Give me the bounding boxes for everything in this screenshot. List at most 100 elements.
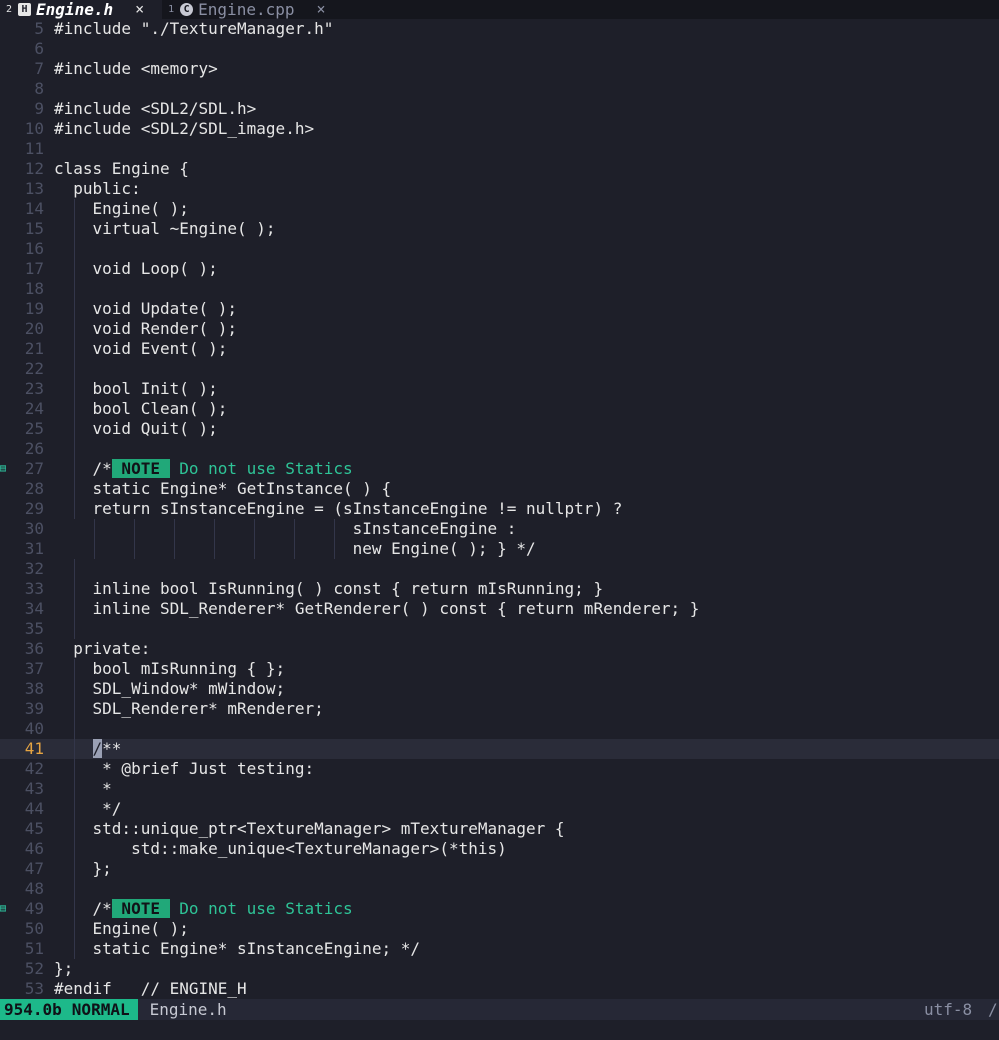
code-line[interactable]: 19 void Update( ); [0, 299, 999, 319]
indent-guide [294, 519, 295, 539]
code-line[interactable]: 21 void Event( ); [0, 339, 999, 359]
code-line[interactable]: 12 class Engine { [0, 159, 999, 179]
code-line[interactable]: 45 std::unique_ptr<TextureManager> mText… [0, 819, 999, 839]
code-line[interactable]: 11 [0, 139, 999, 159]
line-number: 47 [24, 859, 44, 878]
line-number: 50 [24, 919, 44, 938]
code-line[interactable]: 18 [0, 279, 999, 299]
command-line[interactable] [0, 1020, 999, 1040]
code-line[interactable]: ▤ 49 /* NOTE Do not use Statics [0, 899, 999, 919]
code-line[interactable]: 8 [0, 79, 999, 99]
code-line[interactable]: 48 [0, 879, 999, 899]
indent-guide [74, 419, 75, 439]
code-line[interactable]: 52}; [0, 959, 999, 979]
code-line[interactable]: 9 #include <SDL2/SDL.h> [0, 99, 999, 119]
code-line[interactable]: 28 static Engine* GetInstance( ) { [0, 479, 999, 499]
code-line[interactable]: 47 }; [0, 859, 999, 879]
code-text: }; [54, 959, 74, 978]
code-line[interactable]: 13 public: [0, 179, 999, 199]
line-number: 49 [24, 899, 44, 918]
indent-guide [74, 939, 75, 959]
code-line[interactable]: 6 [0, 39, 999, 59]
code-text: bool Init( ); [54, 379, 218, 398]
code-line[interactable]: 24 bool Clean( ); [0, 399, 999, 419]
code-line[interactable]: 38 SDL_Window* mWindow; [0, 679, 999, 699]
code-text: /* NOTE Do not use Statics [54, 899, 353, 918]
indent-guide [254, 519, 255, 539]
status-filename: Engine.h [149, 1000, 227, 1019]
indent-guide [74, 859, 75, 879]
line-number: 14 [24, 199, 44, 218]
line-number: 16 [24, 239, 44, 258]
mode-indicator: NORMAL [65, 999, 138, 1020]
code-line[interactable]: 15 virtual ~Engine( ); [0, 219, 999, 239]
line-number: 28 [24, 479, 44, 498]
line-number: 27 [24, 459, 44, 478]
code-line[interactable]: 53 #endif // ENGINE_H [0, 979, 999, 999]
code-line[interactable]: 29 return sInstanceEngine = (sInstanceEn… [0, 499, 999, 519]
note-badge: NOTE [111, 459, 170, 478]
tab-engine-cpp[interactable]: 1 C Engine.cpp × [162, 0, 343, 19]
code-text: #include <SDL2/SDL.h> [54, 99, 257, 118]
code-line[interactable]: 32 [0, 559, 999, 579]
line-number: 10 [24, 119, 44, 138]
code-line[interactable]: 23 bool Init( ); [0, 379, 999, 399]
code-line[interactable]: 40 [0, 719, 999, 739]
code-line[interactable]: 34 inline SDL_Renderer* GetRenderer( ) c… [0, 599, 999, 619]
tab-engine-h[interactable]: 2 H Engine.h × [0, 0, 163, 19]
line-number: 46 [24, 839, 44, 858]
code-line[interactable]: 44 */ [0, 799, 999, 819]
code-line[interactable]: 51 static Engine* sInstanceEngine; */ [0, 939, 999, 959]
indent-guide [74, 819, 75, 839]
line-number: 11 [24, 139, 44, 158]
line-number: 17 [24, 259, 44, 278]
line-number: 38 [24, 679, 44, 698]
code-line[interactable]: 31 new Engine( ); } */ [0, 539, 999, 559]
code-line[interactable]: 43 * [0, 779, 999, 799]
code-line[interactable]: 22 [0, 359, 999, 379]
close-icon[interactable]: × [135, 0, 144, 19]
code-line[interactable]: 20 void Render( ); [0, 319, 999, 339]
code-line[interactable]: 37 bool mIsRunning { }; [0, 659, 999, 679]
code-text: SDL_Renderer* mRenderer; [54, 699, 324, 718]
code-line[interactable]: 46 std::make_unique<TextureManager>(*thi… [0, 839, 999, 859]
note-text: Do not use Statics [169, 899, 353, 918]
indent-guide [74, 359, 75, 379]
code-line[interactable]: 42 * @brief Just testing: [0, 759, 999, 779]
text-cursor: / [92, 739, 103, 758]
editor-buffer[interactable]: 5 #include "./TextureManager.h" 6 7 #include… [0, 19, 999, 999]
code-line[interactable]: 17 void Loop( ); [0, 259, 999, 279]
line-number: 30 [24, 519, 44, 538]
indent-guide [74, 839, 75, 859]
tabline: 2 H Engine.h × 1 C Engine.cpp × [0, 0, 999, 19]
line-number: 53 [24, 979, 44, 998]
statusline: 954.0b NORMAL Engine.h utf-8 / [0, 999, 999, 1020]
code-line[interactable]: 39 SDL_Renderer* mRenderer; [0, 699, 999, 719]
indent-guide [254, 539, 255, 559]
code-line[interactable]: 50 Engine( ); [0, 919, 999, 939]
code-line[interactable]: 10 #include <SDL2/SDL_image.h> [0, 119, 999, 139]
code-line[interactable]: ▤ 27 /* NOTE Do not use Statics [0, 459, 999, 479]
code-line[interactable]: 30 sInstanceEngine : [0, 519, 999, 539]
line-number: 40 [24, 719, 44, 738]
code-text: /* NOTE Do not use Statics [54, 459, 353, 478]
indent-guide [74, 239, 75, 259]
code-line[interactable]: 35 [0, 619, 999, 639]
code-line[interactable]: 5 #include "./TextureManager.h" [0, 19, 999, 39]
indent-guide [334, 519, 335, 539]
code-line[interactable]: 25 void Quit( ); [0, 419, 999, 439]
indent-guide [74, 899, 75, 919]
code-text: * [54, 779, 112, 798]
code-line[interactable]: 33 inline bool IsRunning( ) const { retu… [0, 579, 999, 599]
line-number: 44 [24, 799, 44, 818]
indent-guide [74, 619, 75, 639]
code-line[interactable]: 16 [0, 239, 999, 259]
line-number: 32 [24, 559, 44, 578]
code-line[interactable]: 7 #include <memory> [0, 59, 999, 79]
code-line[interactable]: 14 Engine( ); [0, 199, 999, 219]
code-line[interactable]: 41 /** [0, 739, 999, 759]
close-icon[interactable]: × [316, 0, 325, 19]
code-text: void Quit( ); [54, 419, 218, 438]
code-line[interactable]: 36 private: [0, 639, 999, 659]
code-line[interactable]: 26 [0, 439, 999, 459]
